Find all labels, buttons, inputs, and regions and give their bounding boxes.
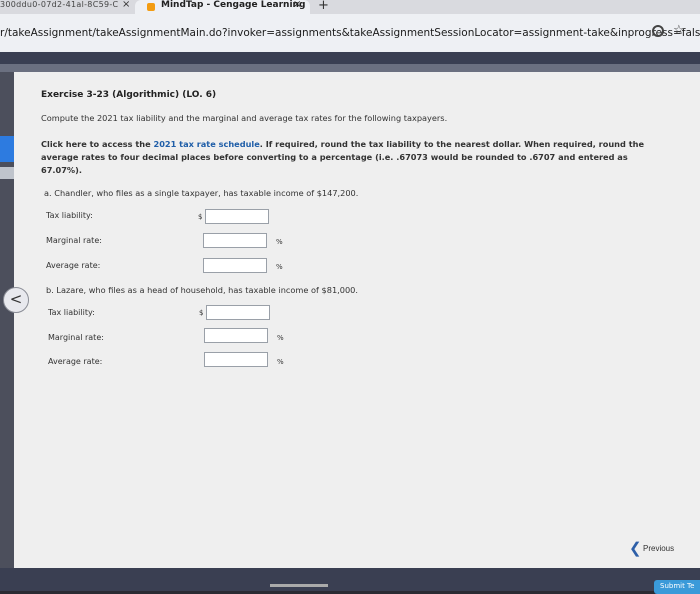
part-b-tax-liability-input[interactable] — [206, 305, 270, 320]
tab-close-icon[interactable]: × — [122, 0, 130, 10]
bookmark-star-icon[interactable]: ☆ — [673, 23, 685, 38]
address-bar: r/takeAssignment/takeAssignmentMain.do?i… — [0, 14, 700, 52]
part-b-prompt: b. Lazare, who files as a head of househ… — [46, 285, 358, 295]
part-a-marginal-label: Marginal rate: — [46, 236, 102, 245]
previous-button[interactable]: ❮ Previous — [629, 540, 689, 557]
part-b-average-label: Average rate: — [48, 357, 103, 366]
new-tab-button[interactable]: + — [318, 0, 329, 13]
rail-active-item[interactable] — [0, 136, 14, 162]
part-a-tax-label: Tax liability: — [46, 211, 93, 220]
part-b-marginal-label: Marginal rate: — [48, 333, 104, 342]
part-b-marginal-rate-input[interactable] — [204, 328, 268, 343]
part-a-average-rate-input[interactable] — [203, 258, 267, 273]
mindtap-favicon-icon — [147, 3, 155, 11]
page-footer-bar — [0, 568, 700, 591]
part-a-prompt: a. Chandler, who files as a single taxpa… — [44, 188, 359, 198]
submit-button[interactable]: Submit Te — [654, 580, 700, 594]
percent-symbol: % — [277, 334, 284, 342]
part-a-tax-liability-input[interactable] — [205, 209, 269, 224]
tab-close-icon[interactable]: × — [293, 0, 301, 10]
exercise-intro: Compute the 2021 tax liability and the m… — [41, 113, 448, 123]
assignment-content: Exercise 3-23 (Algorithmic) (LO. 6) Comp… — [14, 72, 700, 568]
url-field[interactable]: r/takeAssignment/takeAssignmentMain.do?i… — [0, 27, 700, 39]
tab-mindtap[interactable]: MindTap - Cengage Learning × — [135, 0, 310, 14]
footer-divider — [270, 584, 328, 587]
previous-label: Previous — [643, 544, 675, 553]
part-b-tax-label: Tax liability: — [48, 308, 95, 317]
tab-title-inactive[interactable]: 300ddu0-07d2-41al-8C59-C — [0, 0, 118, 9]
part-a-average-label: Average rate: — [46, 261, 101, 270]
page-header-bar — [0, 52, 700, 64]
rail-item[interactable] — [0, 167, 14, 179]
part-a-marginal-rate-input[interactable] — [203, 233, 267, 248]
percent-symbol: % — [277, 358, 284, 366]
back-chevron-button[interactable]: < — [3, 287, 29, 313]
part-b-average-rate-input[interactable] — [204, 352, 268, 367]
currency-symbol: $ — [198, 213, 203, 221]
percent-symbol: % — [276, 238, 283, 246]
chevron-left-icon: ❮ — [629, 540, 642, 557]
exercise-instructions: Click here to access the 2021 tax rate s… — [41, 138, 651, 177]
percent-symbol: % — [276, 263, 283, 271]
currency-symbol: $ — [199, 309, 204, 317]
tab-title: MindTap - Cengage Learning — [161, 0, 306, 10]
page-subheader-bar — [0, 64, 700, 72]
extension-icon[interactable] — [652, 25, 664, 37]
exercise-title: Exercise 3-23 (Algorithmic) (LO. 6) — [41, 90, 217, 100]
browser-tab-bar: 300ddu0-07d2-41al-8C59-C × MindTap - Cen… — [0, 0, 700, 14]
instructions-lead: Click here to access the — [41, 139, 154, 149]
tax-rate-schedule-link[interactable]: 2021 tax rate schedule — [154, 139, 260, 149]
